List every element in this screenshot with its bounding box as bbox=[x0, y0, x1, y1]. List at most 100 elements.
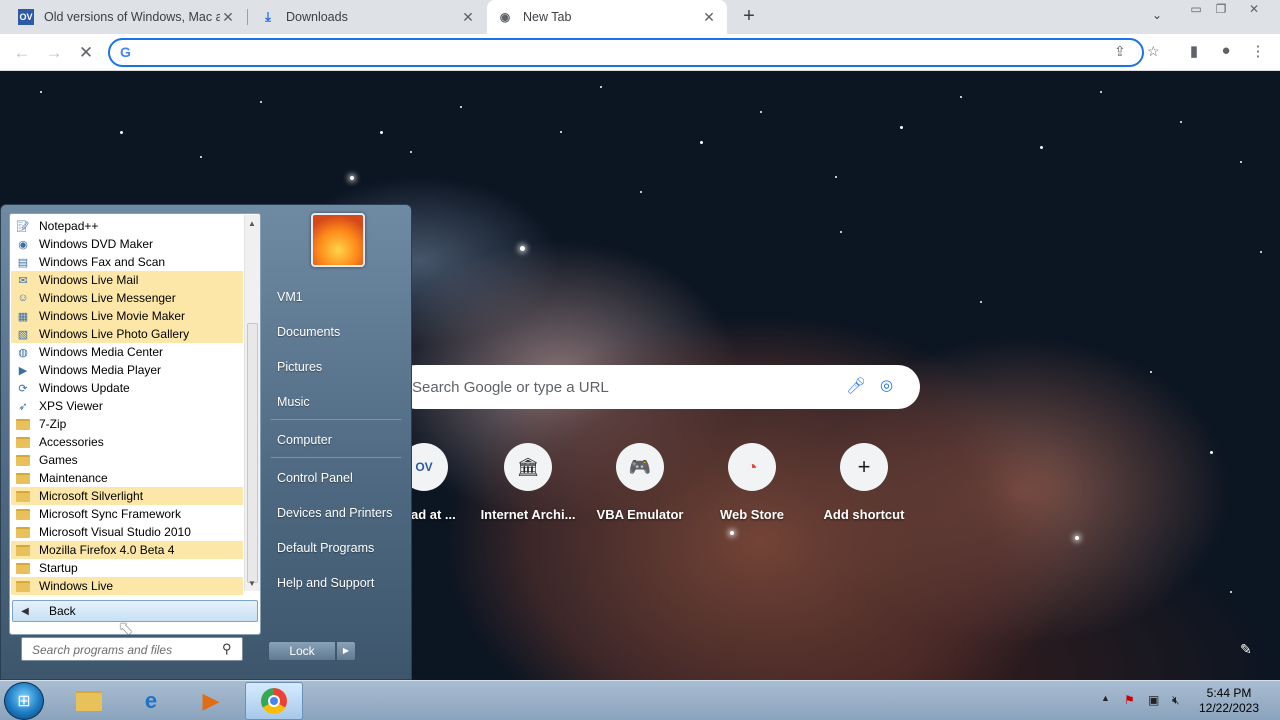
new-tab-button[interactable]: + bbox=[738, 5, 760, 27]
star-decoration bbox=[560, 131, 562, 133]
shortcut-vba-emulator[interactable]: 🎮 VBA Emulator bbox=[588, 443, 692, 522]
tab-new-tab[interactable]: ◉ New Tab ✕ bbox=[487, 0, 727, 34]
lock-button[interactable]: Lock bbox=[268, 641, 336, 661]
shortcut-add[interactable]: + Add shortcut bbox=[812, 443, 916, 522]
program-item[interactable]: Accessories bbox=[11, 433, 243, 451]
scroll-down-arrow-icon[interactable]: ▼ bbox=[248, 579, 256, 588]
start-divider bbox=[271, 419, 401, 420]
share-icon[interactable]: ⇪ bbox=[1114, 43, 1126, 60]
media-player-icon[interactable]: ▶ bbox=[182, 682, 240, 720]
program-item[interactable]: ▧ Windows Live Photo Gallery bbox=[11, 325, 243, 343]
folder-icon bbox=[15, 489, 31, 503]
archive-building-icon: 🏛 bbox=[504, 443, 552, 491]
shortcut-web-store[interactable]: ◔ Web Store bbox=[700, 443, 804, 522]
ntp-search-input[interactable] bbox=[412, 377, 812, 397]
close-tab-icon[interactable]: ✕ bbox=[460, 9, 476, 26]
program-item[interactable]: ⟳ Windows Update bbox=[11, 379, 243, 397]
mouse-cursor-icon: ⬉ bbox=[118, 618, 134, 638]
search-icon[interactable]: ⚲ bbox=[222, 641, 232, 657]
program-item[interactable]: ➶ XPS Viewer bbox=[11, 397, 243, 415]
program-item[interactable]: Maintenance bbox=[11, 469, 243, 487]
kebab-menu-icon[interactable]: ⋮ bbox=[1248, 42, 1268, 60]
program-scrollbar[interactable]: ▲ ▼ bbox=[244, 215, 260, 591]
close-tab-icon[interactable]: ✕ bbox=[220, 9, 236, 26]
side-panel-icon[interactable]: ▮ bbox=[1184, 42, 1204, 60]
user-picture-avatar[interactable] bbox=[311, 213, 365, 267]
start-link-documents[interactable]: Documents bbox=[277, 325, 340, 339]
start-link-music[interactable]: Music bbox=[277, 395, 310, 409]
scroll-up-arrow-icon[interactable]: ▲ bbox=[248, 219, 256, 228]
program-item[interactable]: Games bbox=[11, 451, 243, 469]
star-decoration bbox=[200, 156, 202, 158]
back-arrow-icon[interactable]: ← bbox=[10, 41, 34, 65]
mail-icon: ✉ bbox=[18, 274, 28, 287]
internet-explorer-icon[interactable]: e bbox=[122, 682, 180, 720]
star-decoration bbox=[900, 126, 903, 129]
tab-downloads[interactable]: ⤓ Downloads ✕ bbox=[250, 0, 486, 34]
program-item[interactable]: ▤ Windows Fax and Scan bbox=[11, 253, 243, 271]
start-orb-windows-icon[interactable]: ⊞ bbox=[4, 682, 44, 720]
start-link-vm1[interactable]: VM1 bbox=[277, 290, 303, 304]
google-lens-icon[interactable]: ◎ bbox=[880, 376, 893, 394]
volume-muted-icon[interactable]: 🔇︎ bbox=[1172, 693, 1180, 708]
program-item[interactable]: 7-Zip bbox=[11, 415, 243, 433]
program-item[interactable]: ◉ Windows DVD Maker bbox=[11, 235, 243, 253]
start-link-help-support[interactable]: Help and Support bbox=[277, 576, 374, 590]
program-label: Microsoft Visual Studio 2010 bbox=[39, 525, 191, 539]
system-clock[interactable]: 5:44 PM 12/22/2023 bbox=[1196, 686, 1262, 716]
close-tab-icon[interactable]: ✕ bbox=[701, 9, 717, 26]
explorer-folder-icon[interactable] bbox=[60, 682, 118, 720]
tab-oldversion[interactable]: OV Old versions of Windows, Mac and... ✕ bbox=[8, 0, 246, 34]
scrollbar-thumb[interactable] bbox=[247, 323, 258, 583]
program-item[interactable]: 📝︎ Notepad++ bbox=[11, 217, 243, 235]
shortcut-internet-archive[interactable]: 🏛 Internet Archi... bbox=[476, 443, 580, 522]
start-link-default-programs[interactable]: Default Programs bbox=[277, 541, 374, 555]
program-item[interactable]: ▶ Windows Media Player bbox=[11, 361, 243, 379]
program-item[interactable]: Startup bbox=[11, 559, 243, 577]
ntp-search-box[interactable]: 🎤︎ ◎ bbox=[394, 365, 920, 409]
program-item[interactable]: Microsoft Visual Studio 2010 bbox=[11, 523, 243, 541]
program-item[interactable]: Microsoft Sync Framework bbox=[11, 505, 243, 523]
stop-loading-icon[interactable]: ✕ bbox=[74, 41, 98, 65]
address-input[interactable] bbox=[142, 43, 1082, 62]
back-button[interactable]: ◀ Back bbox=[12, 600, 258, 622]
program-item[interactable]: ▦ Windows Live Movie Maker bbox=[11, 307, 243, 325]
customize-pencil-icon[interactable]: ✎ bbox=[1240, 641, 1252, 658]
start-link-pictures[interactable]: Pictures bbox=[277, 360, 322, 374]
program-label: Mozilla Firefox 4.0 Beta 4 bbox=[39, 543, 175, 557]
window-close-icon[interactable]: ✕ bbox=[1243, 2, 1265, 16]
folder-icon bbox=[15, 507, 31, 521]
start-search-box[interactable]: ⚲ bbox=[21, 637, 243, 661]
chrome-taskbar-icon[interactable] bbox=[245, 682, 303, 720]
minimize-icon[interactable]: ▭ bbox=[1185, 2, 1207, 16]
address-bar[interactable]: G ⇪ ☆ bbox=[108, 38, 1160, 67]
shutdown-options-arrow-icon[interactable]: ▶ bbox=[336, 641, 356, 661]
start-link-devices-printers[interactable]: Devices and Printers bbox=[277, 506, 392, 520]
tab-search-chevron-icon[interactable]: ⌄ bbox=[1152, 8, 1162, 22]
program-item[interactable]: ◍ Windows Media Center bbox=[11, 343, 243, 361]
bookmark-star-icon[interactable]: ☆ bbox=[1147, 43, 1160, 60]
program-label: Games bbox=[39, 453, 78, 467]
dvd-icon: ◉ bbox=[18, 238, 28, 251]
profile-avatar-icon[interactable]: ● bbox=[1216, 42, 1236, 59]
program-item[interactable]: ✉ Windows Live Mail bbox=[11, 271, 243, 289]
program-item[interactable]: Microsoft Silverlight bbox=[11, 487, 243, 505]
star-decoration bbox=[730, 531, 734, 535]
start-link-computer[interactable]: Computer bbox=[277, 433, 332, 447]
star-decoration bbox=[350, 176, 354, 180]
network-icon[interactable]: ▣ bbox=[1148, 693, 1159, 707]
program-label: Windows Media Player bbox=[39, 363, 162, 377]
program-item[interactable]: ☺ Windows Live Messenger bbox=[11, 289, 243, 307]
program-item[interactable]: Mozilla Firefox 4.0 Beta 4 bbox=[11, 541, 243, 559]
start-search-input[interactable] bbox=[32, 642, 217, 658]
microphone-icon[interactable]: 🎤︎ bbox=[846, 376, 866, 396]
show-hidden-icons-arrow-icon[interactable]: ▲ bbox=[1101, 693, 1110, 703]
start-link-control-panel[interactable]: Control Panel bbox=[277, 471, 353, 485]
program-item[interactable]: Windows Live bbox=[11, 577, 243, 595]
clock-date: 12/22/2023 bbox=[1198, 701, 1260, 715]
restore-icon[interactable]: ❐ bbox=[1210, 2, 1232, 16]
star-decoration bbox=[1180, 121, 1182, 123]
action-center-flag-icon[interactable]: ⚑ bbox=[1124, 693, 1135, 707]
media-center-icon: ◍ bbox=[18, 346, 28, 359]
forward-arrow-icon[interactable]: → bbox=[42, 41, 66, 65]
